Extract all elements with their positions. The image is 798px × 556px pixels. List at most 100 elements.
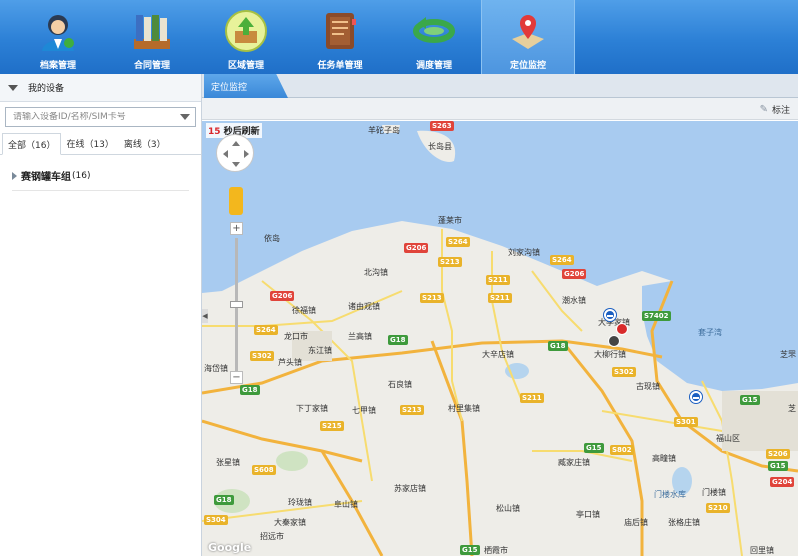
group-label: 赛钢罐车组	[21, 172, 71, 183]
nav-label: 调度管理	[415, 61, 452, 71]
dropdown-arrow-icon[interactable]	[180, 114, 190, 120]
nav-task[interactable]: 任务单管理	[293, 0, 387, 74]
place-label: 海岱镇	[204, 364, 228, 373]
road-shield: G15	[740, 395, 760, 405]
mark-label: 标注	[771, 106, 790, 116]
place-label: 套子湾	[698, 328, 722, 337]
zoom-out-button[interactable]: −	[230, 371, 243, 384]
user-profile-icon	[35, 8, 81, 54]
place-label: 苏家店镇	[394, 484, 426, 493]
place-label: 张星镇	[216, 458, 240, 467]
nav-label: 区域管理	[227, 61, 264, 71]
nav-region[interactable]: 区域管理	[199, 0, 293, 74]
place-label: 东江镇	[308, 346, 332, 355]
device-sidebar: 我的设备 全部（16） 在线（13） 离线（3） 赛钢罐车组 (16)	[0, 74, 202, 556]
road-shield: S211	[486, 275, 510, 285]
place-label: 招远市	[260, 532, 284, 541]
road-shield: S304	[204, 515, 228, 525]
circular-arrow-icon	[411, 8, 457, 54]
nav-contract[interactable]: 合同管理	[105, 0, 199, 74]
road-shield: S211	[520, 393, 544, 403]
place-label: 北沟镇	[364, 268, 388, 277]
device-tree: 赛钢罐车组 (16)	[0, 155, 201, 191]
road-shield: G15	[460, 545, 480, 555]
road-shield: S213	[420, 293, 444, 303]
place-label: 七甲镇	[352, 406, 376, 415]
road-shield: G15	[768, 461, 788, 471]
nav-dispatch[interactable]: 调度管理	[387, 0, 481, 74]
sidebar-header[interactable]: 我的设备	[0, 74, 201, 102]
expand-arrow-icon[interactable]	[12, 171, 17, 180]
vehicle-marker[interactable]	[616, 323, 628, 335]
tab-online[interactable]: 在线（13）	[61, 132, 118, 154]
place-label: 栖霞市	[484, 546, 508, 555]
nav-label: 合同管理	[133, 61, 170, 71]
place-label: 徐福镇	[292, 306, 316, 315]
place-label: 龙口市	[284, 332, 308, 341]
road-shield: S301	[674, 417, 698, 427]
box-upload-icon	[223, 8, 269, 54]
nav-label: 定位监控	[509, 61, 546, 71]
place-label: 依岛	[264, 234, 280, 243]
place-label: 门楼水库	[654, 490, 686, 499]
pin-icon: ✎	[759, 104, 768, 115]
mark-button[interactable]: ✎ 标注	[760, 103, 790, 116]
tree-group-row[interactable]: 赛钢罐车组 (16)	[12, 171, 189, 191]
place-label: 兰高镇	[348, 332, 372, 341]
place-label: 福山区	[716, 434, 740, 443]
road-shield: S7402	[642, 311, 671, 321]
place-label: 潮水镇	[562, 296, 586, 305]
road-shield: G18	[240, 385, 260, 395]
road-shield: G204	[770, 477, 795, 487]
tab-location-monitor[interactable]: 定位监控	[204, 74, 288, 98]
place-label: 大秦家镇	[274, 518, 306, 527]
nav-archive[interactable]: 档案管理	[11, 0, 105, 74]
place-label: 回里镇	[750, 546, 774, 555]
vehicle-marker[interactable]	[608, 335, 620, 347]
road-shield: S215	[320, 421, 344, 431]
place-label: 长岛县	[428, 142, 452, 151]
zoom-in-button[interactable]: +	[230, 222, 243, 235]
road-shield: S211	[488, 293, 512, 303]
place-label: 蓬莱市	[438, 216, 462, 225]
road-shield: G18	[214, 495, 234, 505]
place-label: 芝	[788, 404, 796, 413]
road-shield: S302	[250, 351, 274, 361]
notebook-icon	[317, 8, 363, 54]
pan-arrows-icon	[223, 141, 249, 167]
map-view[interactable]: 羊砣子岛 长岛县 蓬莱市 依岛 刘家沟镇 北沟镇 徐福镇 诸由观镇 潮水镇 大季…	[202, 121, 798, 556]
place-label: 玲珑镇	[288, 498, 312, 507]
collapse-caret-icon[interactable]	[8, 84, 18, 91]
road-shield: S213	[438, 257, 462, 267]
street-view-pegman-icon[interactable]	[229, 187, 243, 215]
collapse-sidebar-icon[interactable]: ◀	[202, 309, 208, 323]
place-label: 松山镇	[496, 504, 520, 513]
pan-control[interactable]	[216, 134, 254, 172]
road-shield: S264	[550, 255, 574, 265]
place-label: 大辛店镇	[482, 350, 514, 359]
road-shield: S206	[766, 449, 790, 459]
place-label: 羊砣子岛	[368, 126, 400, 135]
place-label: 古现镇	[636, 382, 660, 391]
device-search-box[interactable]	[5, 107, 196, 127]
place-label: 臧家庄镇	[558, 458, 590, 467]
tab-all[interactable]: 全部（16）	[2, 133, 62, 155]
tab-offline[interactable]: 离线（3）	[119, 132, 171, 154]
place-label: 下丁家镇	[296, 404, 328, 413]
place-label: 芦头镇	[278, 358, 302, 367]
road-shield: G15	[584, 443, 604, 453]
road-shield: G206	[562, 269, 587, 279]
place-label: 阜山镇	[334, 500, 358, 509]
device-search-input[interactable]	[13, 112, 173, 122]
vehicle-marker[interactable]	[690, 391, 702, 403]
nav-label: 任务单管理	[317, 61, 363, 71]
zoom-slider-handle[interactable]	[230, 301, 243, 308]
vehicle-marker[interactable]	[604, 309, 616, 321]
road-shield: G206	[270, 291, 295, 301]
place-label: 刘家沟镇	[508, 248, 540, 257]
road-shield: G206	[404, 243, 429, 253]
map-toolbar: ✎ 标注	[202, 98, 798, 120]
road-shield: G18	[548, 341, 568, 351]
place-label: 亭口镇	[576, 510, 600, 519]
nav-location-monitor[interactable]: 定位监控	[481, 0, 575, 74]
